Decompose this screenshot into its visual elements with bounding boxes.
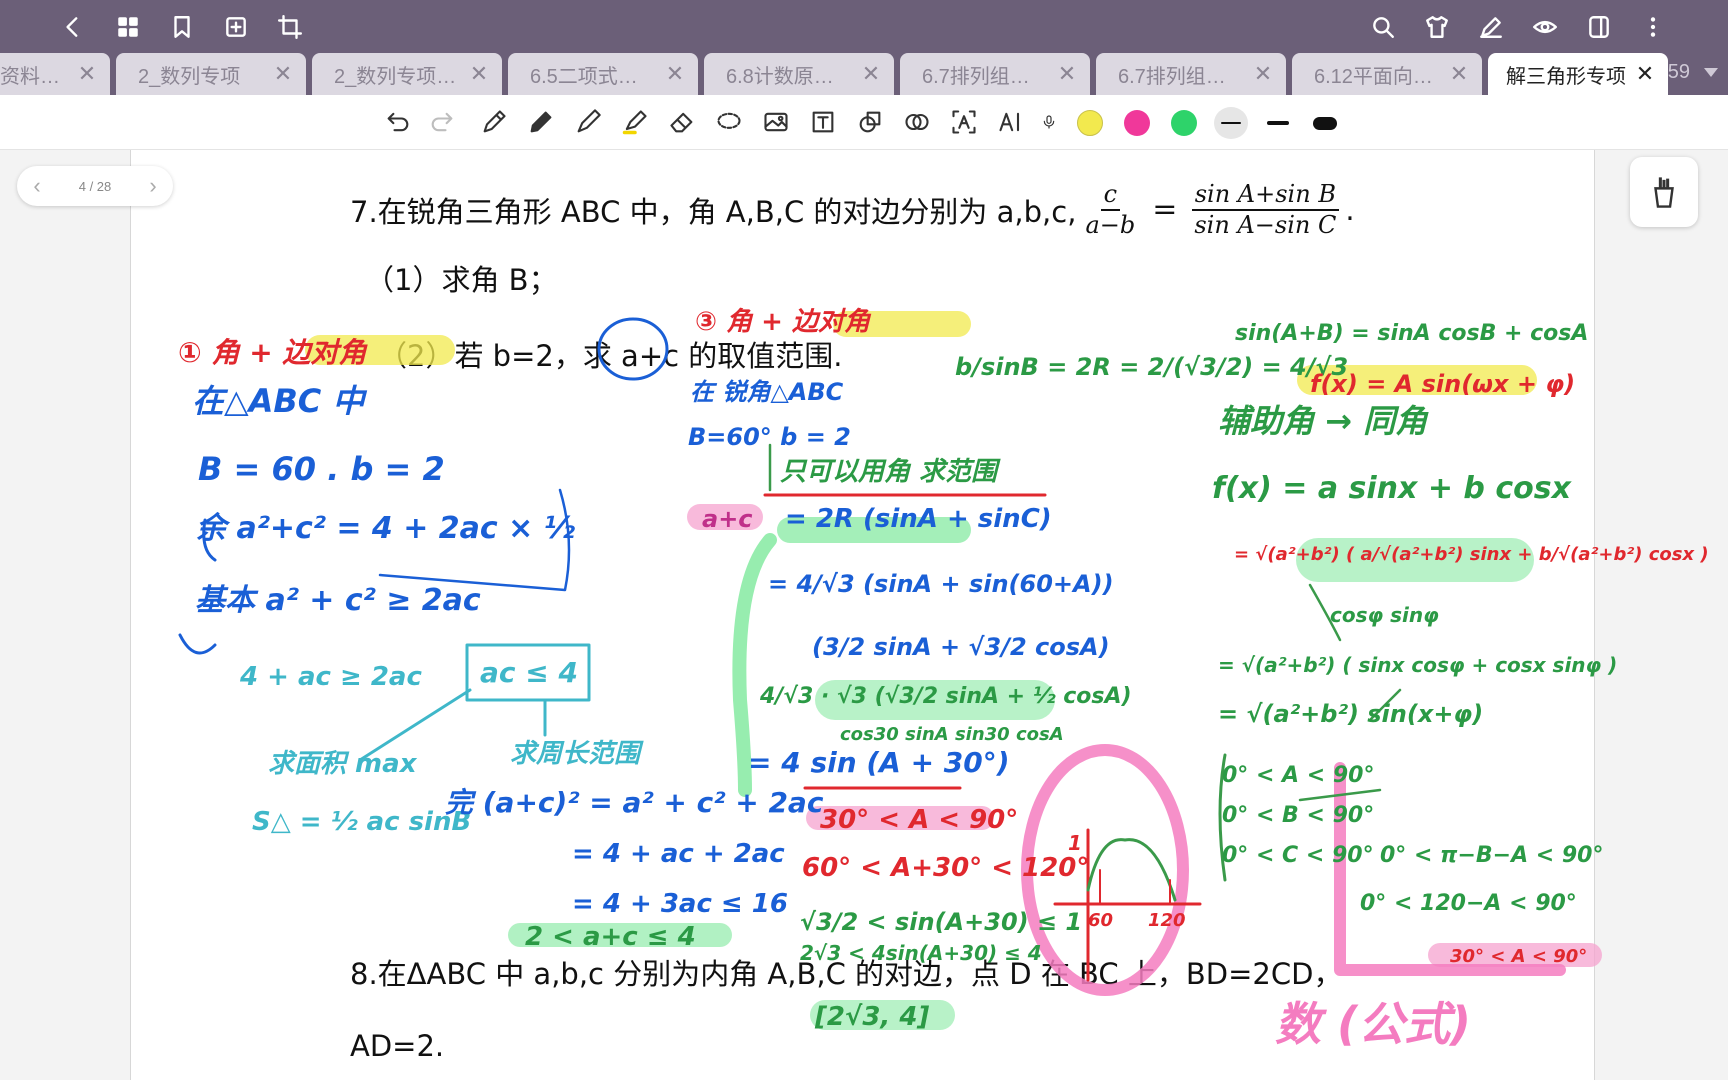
chevron-down-icon[interactable] (1704, 68, 1718, 77)
document-page[interactable] (130, 150, 1595, 1080)
search-icon[interactable] (1366, 10, 1400, 44)
close-icon[interactable]: ✕ (468, 61, 490, 87)
close-icon[interactable]: ✕ (1056, 61, 1078, 87)
sidebar-panel-icon[interactable] (1582, 10, 1616, 44)
ai-icon[interactable] (994, 105, 1028, 139)
chevron-left-icon[interactable]: ‹ (27, 173, 47, 199)
tab-document[interactable]: 6.5二项式… ✕ (508, 53, 698, 95)
redo-icon[interactable] (425, 105, 459, 139)
fraction-numerator: c (1100, 180, 1121, 211)
fountain-pen-icon[interactable] (477, 105, 511, 139)
pen-mode-icon[interactable] (1474, 10, 1508, 44)
fraction-denominator: sin A−sin C (1194, 210, 1337, 239)
tab-document[interactable]: 6.12平面向… ✕ (1292, 53, 1482, 95)
tab-label: 6.7排列组… (922, 65, 1030, 88)
shape-icon[interactable] (853, 105, 887, 139)
question-8-line-2: AD=2. (350, 1029, 445, 1063)
page-number: 4 / 28 (78, 178, 112, 194)
color-swatch-pink[interactable] (1124, 110, 1150, 136)
question-8-line-1: 8.在ΔABC 中 a,b,c 分别为内角 A,B,C 的对边，点 D 在 BC… (350, 957, 1343, 991)
question-7: 7.在锐角三角形 ABC 中，角 A,B,C 的对边分别为 a,b,c, c a… (350, 180, 1355, 240)
fraction-sine-ratio: sin A+sin B sin A−sin C (1191, 180, 1339, 240)
drawing-toolbar (0, 95, 1728, 150)
close-icon[interactable]: ✕ (860, 61, 882, 87)
tab-document[interactable]: 2_数列专项… ✕ (312, 53, 502, 95)
close-icon[interactable]: ✕ (272, 61, 294, 87)
question-7-part-1: （1）求角 B； (365, 263, 558, 297)
tab-label: 资料_… (0, 65, 68, 88)
tab-document[interactable]: 6.7排列组… ✕ (900, 53, 1090, 95)
tab-label: 解三角形专项 (1506, 65, 1626, 88)
close-icon[interactable]: ✕ (1634, 61, 1656, 87)
tab-document[interactable]: 6.7排列组… ✕ (1096, 53, 1286, 95)
fraction-numerator: sin A+sin B (1191, 180, 1339, 211)
tab-document[interactable]: 资料_… ✕ (0, 53, 110, 95)
question-7-end: . (1345, 192, 1355, 227)
tab-bar: 资料_… ✕ 2_数列专项 ✕ 2_数列专项… ✕ 6.5二项式… ✕ 6.8计数原… ✕… (0, 53, 1728, 95)
pen-holder-icon (1654, 177, 1674, 208)
close-icon[interactable]: ✕ (1252, 61, 1274, 87)
question-7-part-2: （2）若 b=2，求 a+c 的取值范围. (378, 339, 843, 373)
ocr-icon[interactable] (900, 105, 934, 139)
close-icon[interactable]: ✕ (76, 61, 98, 87)
pencil-icon[interactable] (524, 105, 558, 139)
chevron-right-icon[interactable]: › (143, 173, 163, 199)
color-swatch-green[interactable] (1171, 110, 1197, 136)
tab-label: 2_数列专项… (334, 65, 457, 88)
undo-icon[interactable] (381, 105, 415, 139)
stroke-width-thick[interactable] (1308, 107, 1342, 139)
tab-label: 2_数列专项 (138, 65, 241, 88)
brush-pen-icon[interactable] (571, 105, 605, 139)
close-icon[interactable]: ✕ (1448, 61, 1470, 87)
tab-document[interactable]: 6.8计数原… ✕ (704, 53, 894, 95)
tab-label: 6.8计数原… (726, 65, 834, 88)
shirt-icon[interactable] (1420, 10, 1454, 44)
add-page-icon[interactable] (219, 10, 253, 44)
stroke-width-thin[interactable] (1214, 107, 1248, 139)
tab-document-active[interactable]: 解三角形专项 ✕ (1488, 53, 1668, 95)
microphone-icon[interactable] (1041, 105, 1057, 139)
fraction-c-over-a-minus-b: c a−b (1082, 180, 1138, 240)
text-box-icon[interactable] (806, 105, 840, 139)
bookmark-icon[interactable] (165, 10, 199, 44)
tab-label: 6.7排列组… (1118, 65, 1226, 88)
crop-icon[interactable] (273, 10, 307, 44)
equals-sign: = (1152, 192, 1178, 228)
page-navigator: ‹ 4 / 28 › (17, 166, 173, 206)
stroke-width-medium[interactable] (1261, 107, 1295, 139)
pen-holder-button[interactable] (1630, 157, 1698, 227)
highlighter-icon[interactable] (618, 105, 652, 139)
eraser-icon[interactable] (665, 105, 699, 139)
tab-count[interactable]: 59 (1668, 61, 1690, 84)
app-top-bar (0, 0, 1728, 53)
close-icon[interactable]: ✕ (664, 61, 686, 87)
back-icon[interactable] (56, 10, 90, 44)
more-menu-icon[interactable] (1636, 10, 1670, 44)
grid-icon[interactable] (111, 10, 145, 44)
question-7-text: 7.在锐角三角形 ABC 中，角 A,B,C 的对边分别为 a,b,c, (350, 194, 1077, 229)
tab-label: 6.5二项式… (530, 65, 638, 88)
lasso-icon[interactable] (712, 105, 746, 139)
color-swatch-yellow[interactable] (1077, 110, 1103, 136)
eye-icon[interactable] (1528, 10, 1562, 44)
image-icon[interactable] (759, 105, 793, 139)
tab-label: 6.12平面向… (1314, 65, 1433, 88)
fraction-denominator: a−b (1085, 210, 1136, 239)
text-recognize-icon[interactable] (947, 105, 981, 139)
tab-document[interactable]: 2_数列专项 ✕ (116, 53, 306, 95)
